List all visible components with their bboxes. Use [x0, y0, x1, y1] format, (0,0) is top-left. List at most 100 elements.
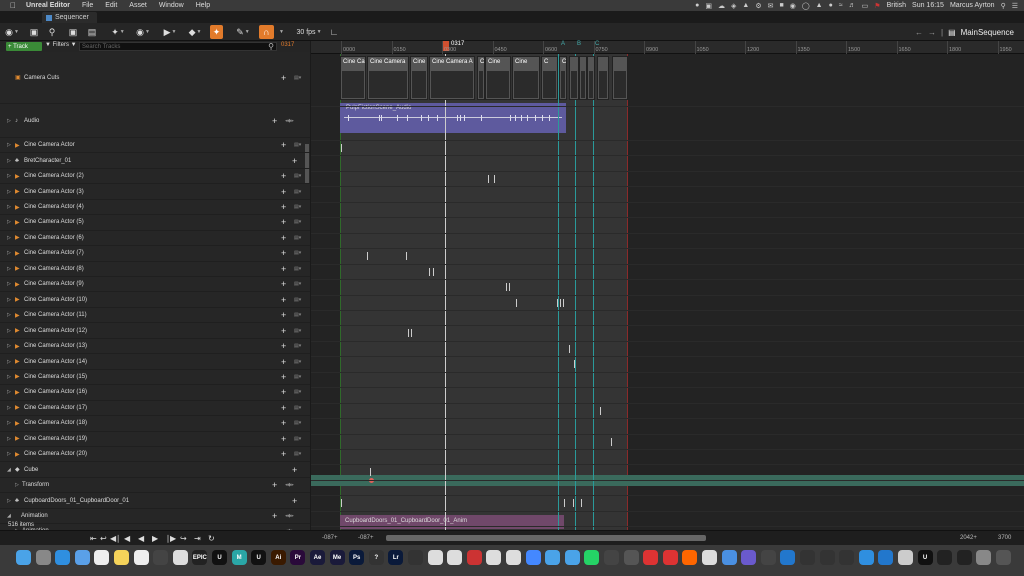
- track-row[interactable]: ▷ ▶ Cine Camera Actor (15) + ▤▾: [0, 370, 310, 386]
- track-options-icon[interactable]: ▤▾: [294, 281, 301, 287]
- add-subtrack-button[interactable]: +: [272, 116, 277, 126]
- keyframe-marker[interactable]: [433, 267, 434, 276]
- audio-clip[interactable]: PulpFictionScene_Audio: [340, 103, 566, 133]
- add-subtrack-button[interactable]: +: [292, 465, 297, 475]
- app44-icon[interactable]: [858, 550, 874, 565]
- app49-icon[interactable]: [956, 550, 972, 565]
- track-options-icon[interactable]: ▤▾: [294, 359, 301, 365]
- safari-icon[interactable]: [55, 550, 71, 565]
- add-subtrack-button[interactable]: +: [292, 156, 297, 166]
- track-row[interactable]: ▷ ▶ Cine Camera Actor (16) + ▤▾: [0, 385, 310, 401]
- expand-arrow-icon[interactable]: ▷: [7, 158, 11, 164]
- chrome-icon[interactable]: [427, 550, 443, 565]
- back-arrow-icon[interactable]: ←: [915, 28, 923, 37]
- expand-arrow-icon[interactable]: ▷: [7, 297, 11, 303]
- camera-cut-shot[interactable]: Cine: [485, 56, 511, 100]
- add-subtrack-button[interactable]: +: [281, 187, 286, 197]
- track-row[interactable]: ▷ ▶ Cine Camera Actor (13) + ▤▾: [0, 339, 310, 355]
- status-icon[interactable]: ✉: [768, 2, 774, 10]
- track-options-icon[interactable]: ▤▾: [294, 389, 301, 395]
- control-center-icon[interactable]: ☰: [1012, 2, 1018, 10]
- track-options-icon[interactable]: ▤▾: [294, 436, 301, 442]
- app38-icon[interactable]: [741, 550, 757, 565]
- camera-cut-shot[interactable]: [587, 56, 595, 100]
- add-subtrack-button[interactable]: +: [281, 387, 286, 397]
- sequence-name[interactable]: MainSequence: [961, 28, 1014, 37]
- app29-icon[interactable]: [564, 550, 580, 565]
- menu-file[interactable]: File: [82, 2, 93, 9]
- track-row[interactable]: ▷ ▶ Cine Camera Actor (3) + ▤▾: [0, 184, 310, 200]
- status-icon[interactable]: ◯: [802, 2, 810, 10]
- keyframe-marker[interactable]: [563, 298, 564, 307]
- launchpad-icon[interactable]: [35, 550, 51, 565]
- expand-arrow-icon[interactable]: ▷: [7, 359, 11, 365]
- add-subtrack-button[interactable]: +: [281, 73, 286, 83]
- app36-icon[interactable]: [702, 550, 717, 565]
- track-options-icon[interactable]: ▤▾: [294, 374, 301, 380]
- lightroom-icon[interactable]: Lr: [388, 550, 404, 565]
- camera-cut-shot[interactable]: Cine: [512, 56, 540, 100]
- app50-icon[interactable]: [976, 550, 992, 565]
- expand-arrow-icon[interactable]: ▷: [7, 389, 11, 395]
- camera-cut-shot[interactable]: C: [541, 56, 558, 100]
- track-options-icon[interactable]: ▤▾: [294, 173, 301, 179]
- keyframe-marker[interactable]: [516, 298, 517, 307]
- track-options-icon[interactable]: ▤▾: [294, 250, 301, 256]
- track-row[interactable]: ◢ ◆ Cube +: [0, 462, 310, 478]
- search-icon[interactable]: ⚲: [45, 25, 59, 39]
- camera-cut-shot[interactable]: Cine Camera: [367, 56, 409, 100]
- help-icon[interactable]: ?: [368, 550, 384, 565]
- camera-cut-shot[interactable]: C: [477, 56, 485, 100]
- track-row[interactable]: ▷ ▶ Cine Camera Actor (4) + ▤▾: [0, 200, 310, 216]
- view-range-end[interactable]: 3700: [998, 535, 1011, 541]
- expand-arrow-icon[interactable]: ▷: [7, 219, 11, 225]
- calendar-icon[interactable]: [94, 550, 110, 565]
- app28-icon[interactable]: [545, 550, 561, 565]
- track-options-icon[interactable]: ▤▾: [294, 312, 301, 318]
- track-row[interactable]: ▷ ▶ Cine Camera Actor + ▤▾: [0, 138, 310, 154]
- working-range-end[interactable]: 2042+: [960, 535, 977, 541]
- user-name[interactable]: Marcus Ayrton: [950, 2, 995, 9]
- track-options-icon[interactable]: ▤▾: [294, 420, 301, 426]
- app40-icon[interactable]: [780, 550, 796, 565]
- status-icon[interactable]: ◈: [731, 2, 736, 10]
- search-tracks-input[interactable]: Search Tracks ⚲: [79, 42, 277, 51]
- track-options-icon[interactable]: ▤▾: [294, 189, 301, 195]
- status-icon[interactable]: ●: [695, 2, 699, 9]
- expand-arrow-icon[interactable]: ▷: [7, 312, 11, 318]
- expand-arrow-icon[interactable]: ▷: [7, 189, 11, 195]
- menu-asset[interactable]: Asset: [129, 2, 147, 9]
- add-subtrack-button[interactable]: +: [281, 233, 286, 243]
- camera-cut-shot[interactable]: [597, 56, 609, 100]
- world-icon[interactable]: ◉ ▼: [4, 25, 20, 39]
- snap-magnet-icon[interactable]: ∩: [259, 25, 274, 39]
- add-subtrack-button[interactable]: +: [281, 171, 286, 181]
- track-row[interactable]: ▷ ▶ Cine Camera Actor (8) + ▤▾: [0, 262, 310, 278]
- app32-icon[interactable]: [623, 550, 639, 565]
- app33-icon[interactable]: [643, 550, 659, 565]
- app23-icon[interactable]: [447, 550, 463, 565]
- add-subtrack-button[interactable]: +: [281, 357, 286, 367]
- wifi-icon[interactable]: ≈: [839, 2, 843, 9]
- track-options-icon[interactable]: ◂◆▸: [285, 118, 294, 124]
- search-icon[interactable]: ⚲: [1001, 2, 1006, 10]
- app48-icon[interactable]: [937, 550, 953, 565]
- unreal3-icon[interactable]: U: [917, 550, 933, 565]
- notes-icon[interactable]: [114, 550, 129, 565]
- add-subtrack-button[interactable]: +: [281, 217, 286, 227]
- battery-icon[interactable]: ▭: [862, 2, 869, 10]
- keyframe-marker[interactable]: [574, 360, 575, 369]
- premiere-icon[interactable]: Pr: [290, 550, 306, 565]
- app39-icon[interactable]: [760, 550, 776, 565]
- blender-icon[interactable]: [408, 550, 423, 565]
- expand-arrow-icon[interactable]: ▷: [7, 204, 11, 210]
- track-row[interactable]: ▷ ▶ Cine Camera Actor (12) + ▤▾: [0, 323, 310, 339]
- add-subtrack-button[interactable]: +: [281, 434, 286, 444]
- expand-arrow-icon[interactable]: ◢: [7, 513, 11, 519]
- track-row[interactable]: ▷ ▶ Cine Camera Actor (7) + ▤▾: [0, 246, 310, 262]
- track-row[interactable]: ▷ ▶ Cine Camera Actor (18) + ▤▾: [0, 416, 310, 432]
- clapper-icon[interactable]: ▤: [85, 25, 99, 39]
- mail-icon[interactable]: [74, 550, 90, 565]
- add-subtrack-button[interactable]: +: [292, 496, 297, 506]
- track-row[interactable]: ▷ ♣ CupboardDoors_01_CupboardDoor_01 +: [0, 493, 310, 509]
